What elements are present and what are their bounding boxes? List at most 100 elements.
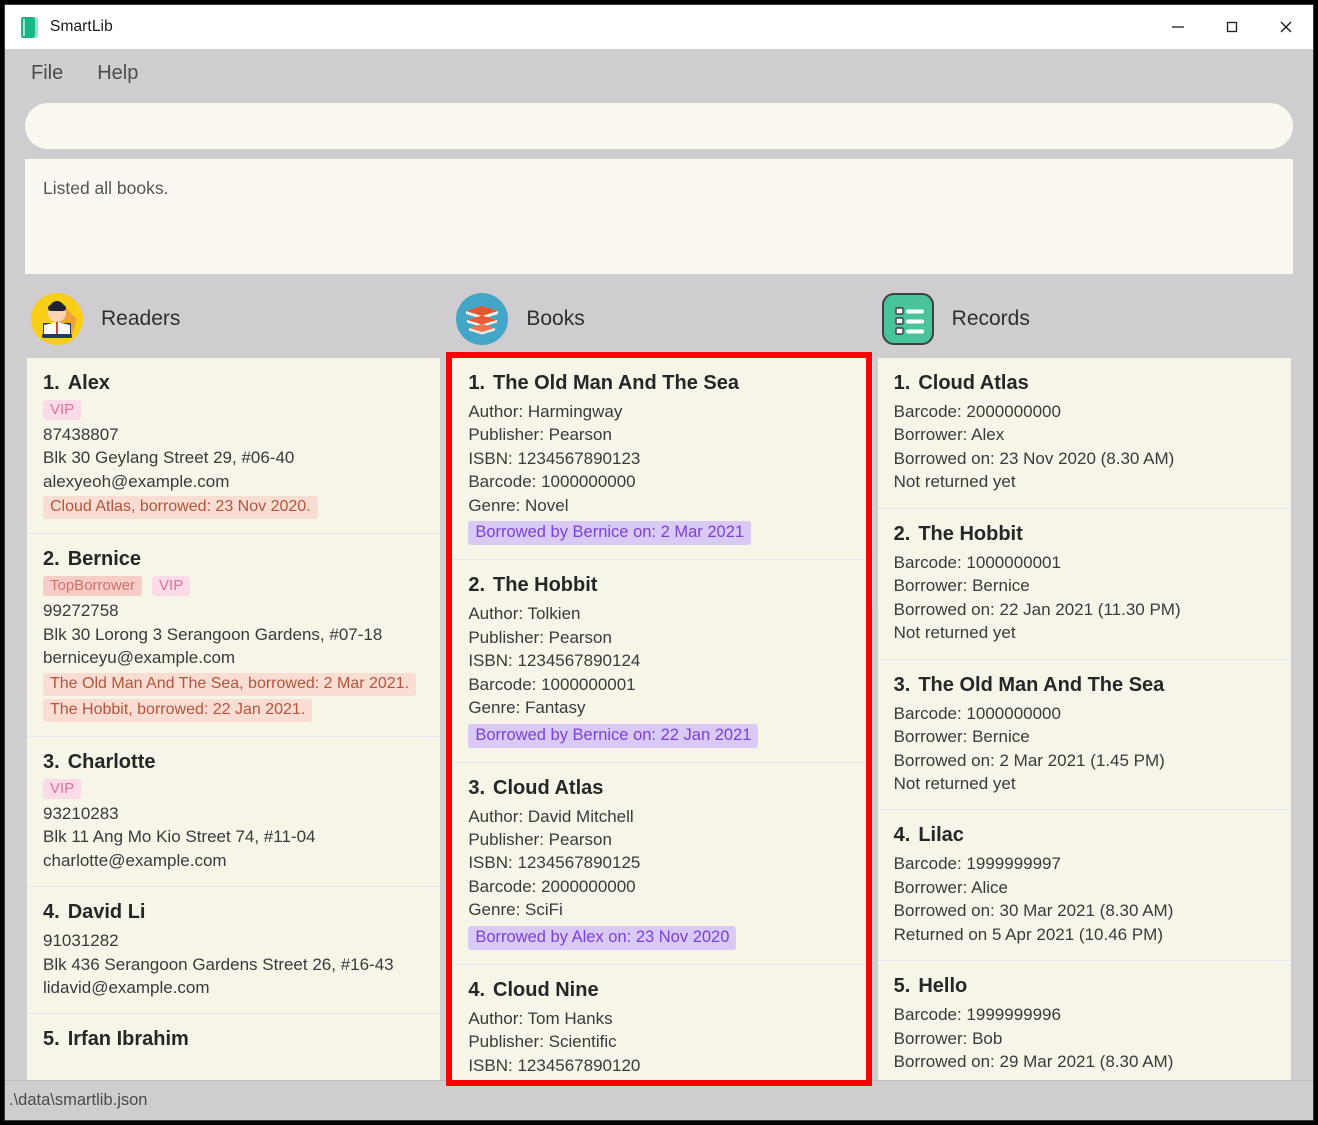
records-list[interactable]: 1. Cloud Atlas Barcode: 2000000000 Borrower… xyxy=(877,358,1291,1080)
menubar: File Help xyxy=(5,49,1313,97)
card-index: 3. xyxy=(893,673,911,696)
reader-phone: 99272758 xyxy=(43,601,119,621)
record-barcode: Barcode: 1000000000 xyxy=(893,703,1061,723)
column-readers: Readers 1. Alex VIP 87438807 Blk 30 Geylang … xyxy=(21,280,446,1080)
book-borrowed-by-tag: Borrowed by Bernice on: 2 Mar 2021 xyxy=(468,521,752,546)
book-isbn: ISBN: 1234567890120 xyxy=(468,1055,641,1075)
card-index: 5. xyxy=(43,1028,60,1051)
books-list[interactable]: 1. The Old Man And The Sea Author: Harming… xyxy=(446,352,872,1086)
book-barcode: Barcode: 1000000000 xyxy=(468,472,636,492)
book-author: Author: Tom Hanks xyxy=(468,1008,613,1028)
record-card[interactable]: 2. The Hobbit Barcode: 1000000001 Borrower:… xyxy=(877,509,1291,660)
books-header: Books xyxy=(452,280,865,358)
card-index: 4. xyxy=(43,901,60,924)
record-card[interactable]: 3. The Old Man And The Sea Barcode: 100000… xyxy=(877,660,1291,811)
card-name: The Hobbit xyxy=(493,574,598,597)
record-borrower: Borrower: Alex xyxy=(893,425,1005,445)
card-name: The Old Man And The Sea xyxy=(493,372,739,394)
reader-borrow-wrap: The Old Man And The Sea, borrowed: 2 Mar… xyxy=(43,670,424,696)
reader-card[interactable]: 2. Bernice TopBorrower VIP 99272758 Blk 30 Lo… xyxy=(27,534,441,737)
card-title: 4. Cloud Nine xyxy=(468,979,849,1002)
window-controls xyxy=(1151,5,1313,49)
reader-address: Blk 436 Serangoon Gardens Street 26, #16… xyxy=(43,954,394,974)
card-index: 2. xyxy=(893,522,911,545)
columns-container: Readers 1. Alex VIP 87438807 Blk 30 Geylang … xyxy=(5,280,1313,1086)
close-button[interactable] xyxy=(1259,5,1313,49)
card-title: 1. Alex xyxy=(43,372,424,395)
card-name: The Hobbit xyxy=(918,522,1023,545)
vip-badge: VIP xyxy=(43,400,82,420)
card-title: 1. The Old Man And The Sea xyxy=(468,372,849,395)
record-borrower: Borrower: Bob xyxy=(893,1028,1003,1048)
maximize-button[interactable] xyxy=(1205,5,1259,49)
book-genre: Genre: SciFi xyxy=(468,900,563,920)
book-author: Author: David Mitchell xyxy=(468,806,634,826)
card-title: 4. David Li xyxy=(43,901,424,924)
book-author: Author: Harmingway xyxy=(468,402,623,421)
record-barcode: Barcode: 1000000001 xyxy=(893,552,1061,572)
result-panel-wrap: Listed all books. xyxy=(5,153,1313,280)
minimize-button[interactable] xyxy=(1151,5,1205,49)
record-borrowed-on: Borrowed on: 22 Jan 2021 (11.30 PM) xyxy=(893,599,1181,619)
reader-address: Blk 30 Geylang Street 29, #06-40 xyxy=(43,448,295,468)
app-title: SmartLib xyxy=(50,18,113,35)
book-card[interactable]: 2. The Hobbit Author: Tolkien Publisher: Pe… xyxy=(452,560,866,763)
record-borrower: Borrower: Bernice xyxy=(893,727,1030,747)
book-publisher: Publisher: Pearson xyxy=(468,829,612,849)
readers-title: Readers xyxy=(101,307,181,330)
reader-card[interactable]: 5. Irfan Ibrahim xyxy=(27,1014,440,1070)
book-barcode: Barcode: 1000000001 xyxy=(468,674,636,694)
card-index: 2. xyxy=(43,548,60,571)
card-title: 2. Bernice xyxy=(43,548,424,571)
reader-card[interactable]: 3. Charlotte VIP 93210283 Blk 11 Ang Mo Kio … xyxy=(27,737,441,888)
book-isbn: ISBN: 1234567890124 xyxy=(468,651,641,671)
app-window: SmartLib File Help Listed all books. Rea… xyxy=(4,4,1314,1121)
menu-item-file[interactable]: File xyxy=(29,60,65,87)
book-card[interactable]: 3. Cloud Atlas Author: David Mitchell Publi… xyxy=(452,763,866,965)
card-title: 1. Cloud Atlas xyxy=(894,372,1275,395)
reader-phone: 87438807 xyxy=(43,425,119,444)
book-card[interactable]: 1. The Old Man And The Sea Author: Harming… xyxy=(452,358,866,561)
record-status: Not returned yet xyxy=(893,623,1016,643)
readers-list[interactable]: 1. Alex VIP 87438807 Blk 30 Geylang Street 2… xyxy=(27,358,441,1080)
record-borrower: Borrower: Alice xyxy=(893,877,1008,897)
book-borrow-wrap: Borrowed by Alex on: 23 Nov 2020 xyxy=(468,922,849,950)
reader-card[interactable]: 4. David Li 91031282 Blk 436 Serangoon Gard… xyxy=(27,887,441,1015)
book-isbn: ISBN: 1234567890125 xyxy=(468,853,641,873)
reader-phone: 93210283 xyxy=(43,803,119,823)
reader-tags: VIP xyxy=(43,400,424,420)
card-name: Cloud Atlas xyxy=(918,372,1029,394)
book-card[interactable]: 4. Cloud Nine Author: Tom Hanks Publisher: … xyxy=(452,965,865,1080)
menu-item-help[interactable]: Help xyxy=(95,60,140,87)
reader-email: berniceyu@example.com xyxy=(43,648,236,668)
records-header: Records xyxy=(878,280,1291,358)
command-bar-wrap xyxy=(5,97,1313,153)
stacked-books-icon xyxy=(456,293,509,345)
minimize-icon xyxy=(1172,26,1184,28)
card-name: The Old Man And The Sea xyxy=(918,673,1165,696)
card-title: 3. The Old Man And The Sea xyxy=(894,674,1275,697)
record-barcode: Barcode: 2000000000 xyxy=(893,402,1061,421)
card-name: Alex xyxy=(67,372,110,394)
reader-borrow-wrap: The Hobbit, borrowed: 22 Jan 2021. xyxy=(43,696,424,722)
records-title: Records xyxy=(951,307,1030,330)
vip-badge: VIP xyxy=(152,576,191,597)
card-title: 5. Hello xyxy=(894,975,1275,998)
reader-card[interactable]: 1. Alex VIP 87438807 Blk 30 Geylang Street 2… xyxy=(27,358,441,535)
command-input[interactable] xyxy=(25,103,1293,149)
book-borrowed-by-tag: Borrowed by Alex on: 23 Nov 2020 xyxy=(468,925,737,950)
card-name: Lilac xyxy=(918,824,964,847)
reader-borrow-tag: Cloud Atlas, borrowed: 23 Nov 2020. xyxy=(43,496,318,520)
book-borrow-wrap: Borrowed by Bernice on: 22 Jan 2021 xyxy=(468,720,849,748)
card-name: Irfan Ibrahim xyxy=(67,1028,189,1051)
reader-address: Blk 11 Ang Mo Kio Street 74, #11-04 xyxy=(43,827,316,847)
card-index: 1. xyxy=(468,372,486,394)
record-card[interactable]: 5. Hello Barcode: 1999999996 Borrower: Bob B… xyxy=(878,961,1291,1080)
list-records-icon xyxy=(881,293,934,345)
card-name: Hello xyxy=(918,975,968,998)
maximize-icon xyxy=(1226,21,1238,33)
record-card[interactable]: 1. Cloud Atlas Barcode: 2000000000 Borrower… xyxy=(877,358,1291,509)
statusbar: .\data\smartlib.json xyxy=(5,1080,1313,1120)
reader-email: lidavid@example.com xyxy=(43,977,210,997)
record-card[interactable]: 4. Lilac Barcode: 1999999997 Borrower: Alic… xyxy=(877,810,1291,962)
